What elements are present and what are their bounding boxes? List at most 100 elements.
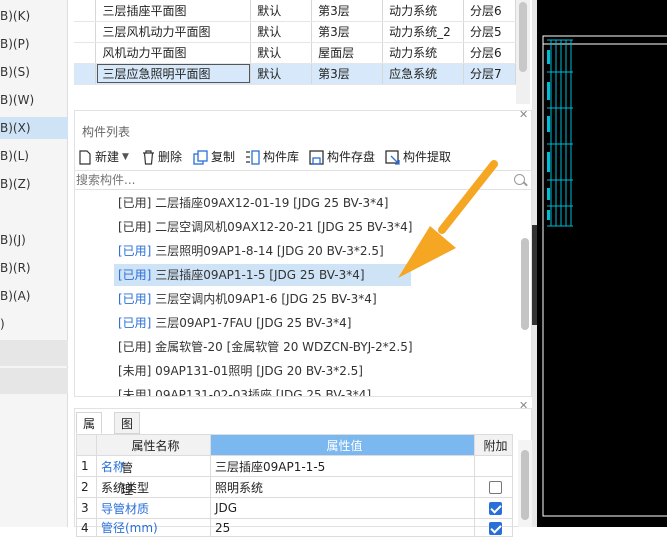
sidebar-item[interactable]: B)(L) — [0, 145, 68, 167]
table-row[interactable]: 4 管径(mm) 25 — [76, 518, 513, 537]
list-item-label: [未用] 09AP131-01照明 [JDG 20 BV-3*2.5] — [118, 364, 363, 378]
property-name: 导管材质 — [96, 497, 211, 519]
table-row[interactable]: 三层风机动力平面图 默认 第3层 动力系统_2 分层5 — [74, 21, 516, 43]
component-name: 三层空调内机09AP1-6 [JDG 25 BV-3*4] — [151, 292, 377, 306]
sidebar: B)(K) B)(P) B)(S) B)(W) B)(X) B)(L) B)(Z… — [0, 0, 68, 527]
properties-table: 属性名称 属性值 附加 1 名称 三层插座09AP1-1-5 2 系统类型 照明… — [76, 434, 513, 537]
library-icon — [246, 149, 260, 165]
list-item-label: [未用] 09AP131-02-03插座 [JDG 25 BV-3*4] — [118, 388, 372, 396]
close-icon[interactable]: ✕ — [519, 108, 528, 121]
property-extra — [474, 455, 513, 477]
status-prefix: [已用] — [118, 244, 152, 258]
new-button[interactable]: 新建 ▼ — [78, 145, 129, 169]
column-header: 附加 — [474, 434, 513, 456]
drawing-floor: 第3层 — [311, 21, 384, 43]
sidebar-item-active[interactable]: B)(X) — [0, 117, 68, 139]
sidebar-item[interactable]: B)(W) — [0, 89, 68, 111]
properties-scroll-thumb[interactable] — [521, 450, 529, 520]
copy-label: 复制 — [211, 150, 236, 164]
annotation-arrow — [398, 160, 498, 278]
list-item[interactable]: [已用] 金属软管-20 [金属软管 20 WDZCN-BYJ-2*2.5] — [114, 336, 413, 358]
checkbox-checked[interactable] — [489, 502, 502, 515]
property-extra — [474, 518, 513, 537]
chevron-down-icon[interactable]: ▼ — [122, 145, 129, 169]
status-prefix: [已用] — [118, 316, 152, 330]
sidebar-item[interactable]: B)(K) — [0, 5, 68, 27]
list-item[interactable]: [已用] 二层插座09AX12-01-19 [JDG 25 BV-3*4] — [114, 192, 388, 214]
property-value[interactable]: 三层插座09AP1-1-5 — [210, 455, 475, 477]
component-name: 三层插座09AP1-1-5 [JDG 25 BV-3*4] — [151, 268, 365, 282]
drawing-scale: 默认 — [250, 0, 313, 22]
list-item[interactable]: [已用] 三层空调内机09AP1-6 [JDG 25 BV-3*4] — [114, 288, 377, 310]
drawing-scale: 默认 — [250, 42, 313, 64]
table-row[interactable]: 2 系统类型 照明系统 — [76, 476, 513, 498]
property-name: 系统类型 — [96, 476, 211, 498]
property-extra — [474, 497, 513, 519]
list-item[interactable]: [已用] 二层空调风机09AX12-20-21 [JDG 25 BV-3*4] — [114, 216, 412, 238]
sidebar-blank-row[interactable] — [0, 340, 68, 366]
drawing-floor: 屋面层 — [311, 42, 384, 64]
library-button[interactable]: 构件库 — [245, 145, 299, 169]
save-icon — [309, 149, 324, 165]
drawings-scroll-thumb[interactable] — [519, 2, 527, 72]
sidebar-item[interactable]: B)(S) — [0, 61, 68, 83]
copy-button[interactable]: 复制 — [193, 145, 235, 169]
drawing-layer: 分层7 — [463, 63, 516, 85]
drawing-system: 动力系统 — [382, 0, 465, 22]
list-item-selected[interactable]: [已用] 三层插座09AP1-1-5 [JDG 25 BV-3*4] — [114, 264, 411, 286]
drawing-floor: 第3层 — [311, 0, 384, 22]
drawing-layer: 分层5 — [463, 21, 516, 43]
component-list-scroll-thumb[interactable] — [521, 238, 529, 330]
sidebar-item[interactable]: ) — [0, 313, 68, 335]
row-number: 1 — [76, 455, 97, 477]
cad-drawing-canvas[interactable] — [537, 0, 667, 527]
trash-icon — [143, 149, 154, 165]
list-item[interactable]: [已用] 三层09AP1-7FAU [JDG 25 BV-3*4] — [114, 312, 351, 334]
tab-layer-management[interactable]: 图层管理 — [114, 412, 141, 497]
list-item-label: [已用] 金属软管-20 [金属软管 20 WDZCN-BYJ-2*2.5] — [118, 340, 413, 354]
drawing-list-table: 三层插座平面图 默认 第3层 动力系统 分层6 三层风机动力平面图 默认 第3层… — [74, 0, 516, 104]
drawing-system: 动力系统_2 — [382, 21, 465, 43]
new-icon — [79, 149, 91, 165]
component-name: 三层照明09AP1-8-14 [JDG 20 BV-3*2.5] — [151, 244, 384, 258]
store-button[interactable]: 构件存盘 — [309, 145, 375, 169]
row-number: 4 — [76, 518, 97, 537]
list-item-label: [已用] 二层空调风机09AX12-20-21 [JDG 25 BV-3*4] — [118, 220, 413, 234]
checkbox-checked[interactable] — [489, 521, 502, 535]
tab-properties[interactable]: 属性 — [76, 412, 103, 453]
sidebar-blank-row[interactable] — [0, 368, 68, 394]
checkbox[interactable] — [489, 481, 502, 494]
drawing-name[interactable]: 三层应急照明平面图 — [95, 63, 252, 85]
property-value[interactable]: JDG — [210, 497, 475, 519]
table-row-selected[interactable]: 三层应急照明平面图 默认 第3层 应急系统 分层7 — [74, 63, 516, 85]
sidebar-item[interactable]: B)(Z) — [0, 173, 68, 195]
property-value[interactable]: 25 — [210, 518, 475, 537]
list-item[interactable]: [未用] 09AP131-01照明 [JDG 20 BV-3*2.5] — [114, 360, 363, 382]
drawing-name: 三层插座平面图 — [95, 0, 252, 22]
drawing-layer: 分层6 — [463, 0, 516, 22]
drawing-system: 应急系统 — [382, 63, 465, 85]
list-item[interactable]: [已用] 三层照明09AP1-8-14 [JDG 20 BV-3*2.5] — [114, 240, 384, 262]
table-row[interactable]: 1 名称 三层插座09AP1-1-5 — [76, 455, 513, 477]
sidebar-item[interactable]: B)(P) — [0, 33, 68, 55]
table-row[interactable]: 风机动力平面图 默认 屋面层 动力系统 分层6 — [74, 42, 516, 64]
property-extra — [474, 476, 513, 498]
property-name: 管径(mm) — [96, 518, 211, 537]
sidebar-item[interactable]: B)(R) — [0, 257, 68, 279]
sidebar-item[interactable]: B)(A) — [0, 285, 68, 307]
close-icon[interactable]: ✕ — [519, 399, 528, 412]
panel-title: 构件列表 — [82, 125, 131, 139]
search-icon[interactable] — [514, 174, 525, 185]
property-value[interactable]: 照明系统 — [210, 476, 475, 498]
table-row[interactable]: 三层插座平面图 默认 第3层 动力系统 分层6 — [74, 0, 516, 22]
delete-label: 删除 — [158, 150, 183, 164]
library-label: 构件库 — [263, 150, 300, 164]
delete-button[interactable]: 删除 — [142, 145, 182, 169]
list-item[interactable]: [未用] 09AP131-02-03插座 [JDG 25 BV-3*4] — [114, 384, 371, 396]
table-row[interactable]: 3 导管材质 JDG — [76, 497, 513, 519]
sidebar-item[interactable]: B)(J) — [0, 229, 68, 251]
row-number: 2 — [76, 476, 97, 498]
list-item-label: [已用] 三层照明09AP1-8-14 [JDG 20 BV-3*2.5] — [118, 244, 384, 258]
drawing-scale: 默认 — [250, 63, 313, 85]
drawing-scale: 默认 — [250, 21, 313, 43]
